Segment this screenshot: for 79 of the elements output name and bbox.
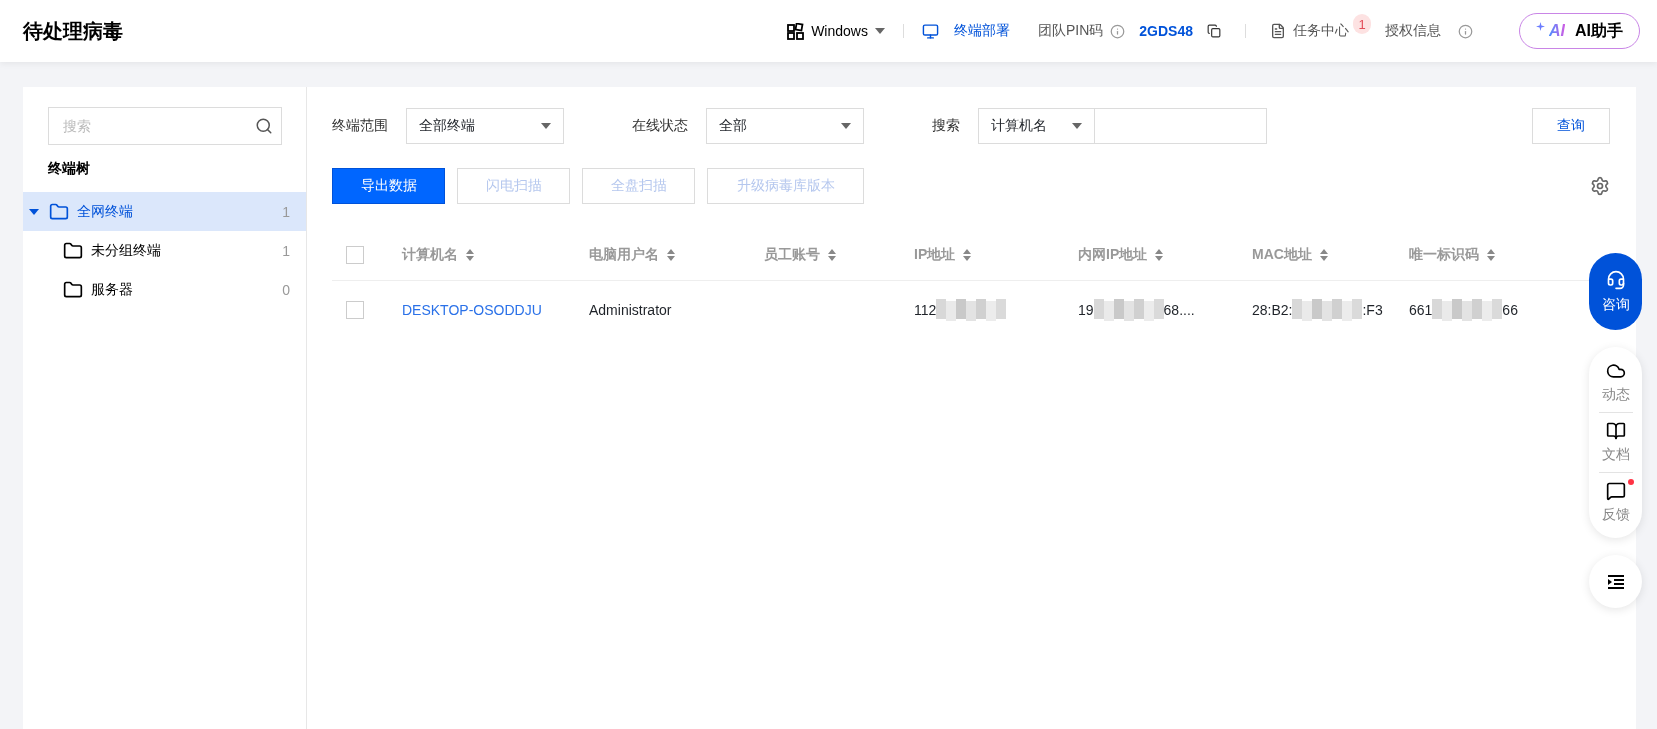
- expand-icon[interactable]: [29, 208, 39, 215]
- tree-item[interactable]: 服务器 0: [23, 270, 306, 309]
- column-header: IP地址: [914, 246, 956, 264]
- sort-icon[interactable]: [667, 249, 675, 261]
- column-header: 内网IP地址: [1078, 246, 1148, 264]
- filter-select[interactable]: 全部终端: [406, 108, 564, 144]
- caret-icon: [841, 123, 851, 129]
- tree-title: 终端树: [48, 160, 91, 178]
- select-all-checkbox[interactable]: [346, 246, 364, 264]
- redaction-block: [1292, 298, 1363, 321]
- table-cell: 19: [1078, 301, 1094, 318]
- deploy-link[interactable]: 终端部署: [921, 22, 1010, 40]
- table-cell: 28:B2:: [1252, 301, 1293, 318]
- caret-icon: [29, 208, 39, 215]
- pin-label: 团队PIN码: [1037, 22, 1104, 40]
- search-box[interactable]: 搜索: [48, 107, 282, 145]
- indent-icon: [1606, 574, 1625, 589]
- task-center[interactable]: 任务中心: [1270, 22, 1349, 40]
- folder-icon: [63, 279, 83, 300]
- info-icon: [1458, 23, 1473, 39]
- sort-icon[interactable]: [1487, 249, 1495, 261]
- table-cell: 661: [1409, 301, 1433, 318]
- windows-icon: [787, 22, 805, 40]
- book-icon: [1605, 421, 1626, 441]
- redaction-block: [1432, 298, 1503, 321]
- filter-label: 在线状态: [632, 117, 688, 135]
- cloud-icon: [1605, 361, 1626, 381]
- column-header: 唯一标识码: [1409, 246, 1479, 264]
- page-title: 待处理病毒: [23, 18, 124, 44]
- settings-icon[interactable]: [1590, 176, 1610, 196]
- column-header: 员工账号: [764, 246, 820, 264]
- row-checkbox[interactable]: [346, 300, 364, 319]
- table-cell: :F3: [1362, 301, 1383, 318]
- ai-assistant-button[interactable]: AI AI助手: [1519, 13, 1640, 49]
- table-cell: Administrator: [589, 301, 672, 318]
- column-header: MAC地址: [1252, 246, 1312, 264]
- redaction-block: [1093, 298, 1164, 321]
- action-button[interactable]: 导出数据: [332, 168, 445, 204]
- sparkle-icon: [1536, 21, 1545, 31]
- folder-icon: [49, 201, 69, 222]
- sort-icon[interactable]: [1155, 249, 1164, 261]
- search-input[interactable]: [1095, 108, 1267, 144]
- query-button[interactable]: 查询: [1532, 108, 1610, 144]
- caret-icon: [1072, 123, 1082, 129]
- table-cell: 68....: [1163, 301, 1195, 318]
- table-cell: 66: [1502, 301, 1518, 318]
- sort-icon[interactable]: [466, 249, 474, 261]
- sort-icon[interactable]: [963, 249, 972, 261]
- caret-icon: [541, 123, 551, 129]
- count-badge: 1: [1353, 14, 1371, 34]
- tree-item[interactable]: 未分组终端 1: [23, 231, 306, 270]
- document-icon: [1270, 23, 1286, 39]
- table-cell: 112: [914, 301, 937, 318]
- field-select[interactable]: 计算机名: [978, 108, 1095, 144]
- column-header: 电脑用户名: [589, 246, 659, 264]
- info-icon[interactable]: [1110, 23, 1126, 39]
- sort-icon[interactable]: [1319, 249, 1328, 261]
- caret-icon: [874, 28, 885, 34]
- pin-code: 2GDS48: [1139, 23, 1193, 39]
- redaction-block: [936, 298, 1007, 321]
- chat-icon: [1605, 481, 1626, 501]
- tree-item[interactable]: 全网终端 1: [23, 192, 306, 231]
- side-action[interactable]: 文档: [1601, 415, 1630, 470]
- column-header: 计算机名: [402, 246, 458, 264]
- side-action[interactable]: 动态: [1601, 355, 1630, 410]
- filter-label: 终端范围: [332, 117, 388, 135]
- filter-select[interactable]: 全部: [706, 108, 864, 144]
- headset-icon: [1605, 269, 1626, 290]
- monitor-icon: [921, 22, 939, 40]
- license-info[interactable]: 授权信息: [1385, 22, 1473, 40]
- consult-button[interactable]: 咨询: [1589, 253, 1642, 330]
- search-icon[interactable]: [255, 117, 273, 135]
- folder-icon: [63, 240, 83, 261]
- filter-label: 搜索: [932, 117, 960, 135]
- sort-icon[interactable]: [828, 249, 836, 261]
- computer-link[interactable]: DESKTOP-OSODDJU: [402, 301, 542, 318]
- copy-icon[interactable]: [1207, 24, 1221, 38]
- side-action[interactable]: 反馈: [1601, 475, 1630, 530]
- os-select[interactable]: Windows: [787, 22, 885, 40]
